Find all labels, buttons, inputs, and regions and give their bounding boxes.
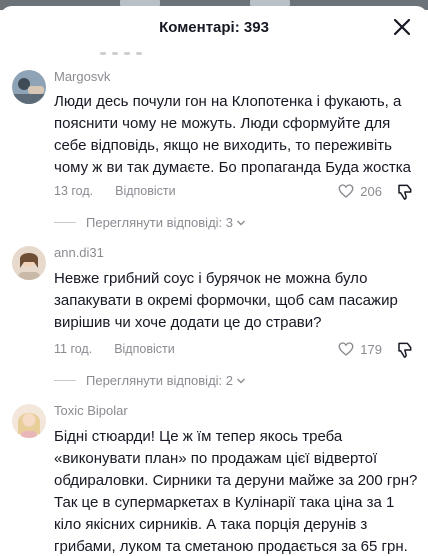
chevron-down-icon (237, 378, 245, 383)
view-replies-button[interactable]: Переглянути відповіді: 2 (54, 373, 246, 388)
comment-username[interactable]: ann.di31 (54, 245, 104, 260)
comment-text: Люди десь почули гон на Клопотенка і фук… (54, 93, 411, 176)
reply-button[interactable]: Відповісти (114, 342, 175, 356)
comment-username[interactable]: Toxic Bipolar (54, 403, 128, 418)
scrolled-content-remnant (100, 42, 160, 55)
chevron-down-icon (237, 220, 245, 225)
comments-count-title: Коментарі: 393 (159, 19, 269, 36)
avatar[interactable] (12, 70, 46, 104)
comment-time: 11 год. (54, 342, 93, 356)
comment-time: 13 год. (54, 184, 94, 198)
view-replies-label: Переглянути відповіді: 2 (86, 373, 233, 388)
reply-button[interactable]: Відповісти (115, 184, 176, 198)
divider-line (54, 380, 76, 381)
view-replies-label: Переглянути відповіді: 3 (86, 215, 233, 230)
heart-icon (338, 342, 354, 356)
comment-meta: 11 год. Відповісти (54, 342, 175, 356)
close-icon[interactable] (390, 15, 414, 39)
avatar[interactable] (12, 404, 46, 438)
like-count: 179 (360, 341, 382, 357)
comments-header: Коментарі: 393 (0, 6, 428, 55)
thumbs-down-icon[interactable] (394, 340, 414, 360)
heart-icon (338, 184, 354, 198)
view-replies-button[interactable]: Переглянути відповіді: 3 (54, 215, 246, 230)
comment-text: Бідні стюарди! Це ж їм тепер якось треба… (54, 428, 418, 555)
comments-sheet: Коментарі: 393 Margosvk Люди десь почули… (0, 6, 428, 556)
like-button[interactable]: 179 (337, 340, 382, 358)
like-count: 206 (360, 183, 382, 199)
divider-line (54, 222, 76, 223)
like-button[interactable]: 206 (337, 182, 382, 200)
comment-meta: 13 год. Відповісти (54, 184, 176, 198)
thumbs-down-icon[interactable] (394, 182, 414, 202)
comment-username[interactable]: Margosvk (54, 69, 110, 84)
avatar[interactable] (12, 246, 46, 280)
comment-text: Невже грибний соус і бурячок не можна бу… (54, 270, 398, 331)
